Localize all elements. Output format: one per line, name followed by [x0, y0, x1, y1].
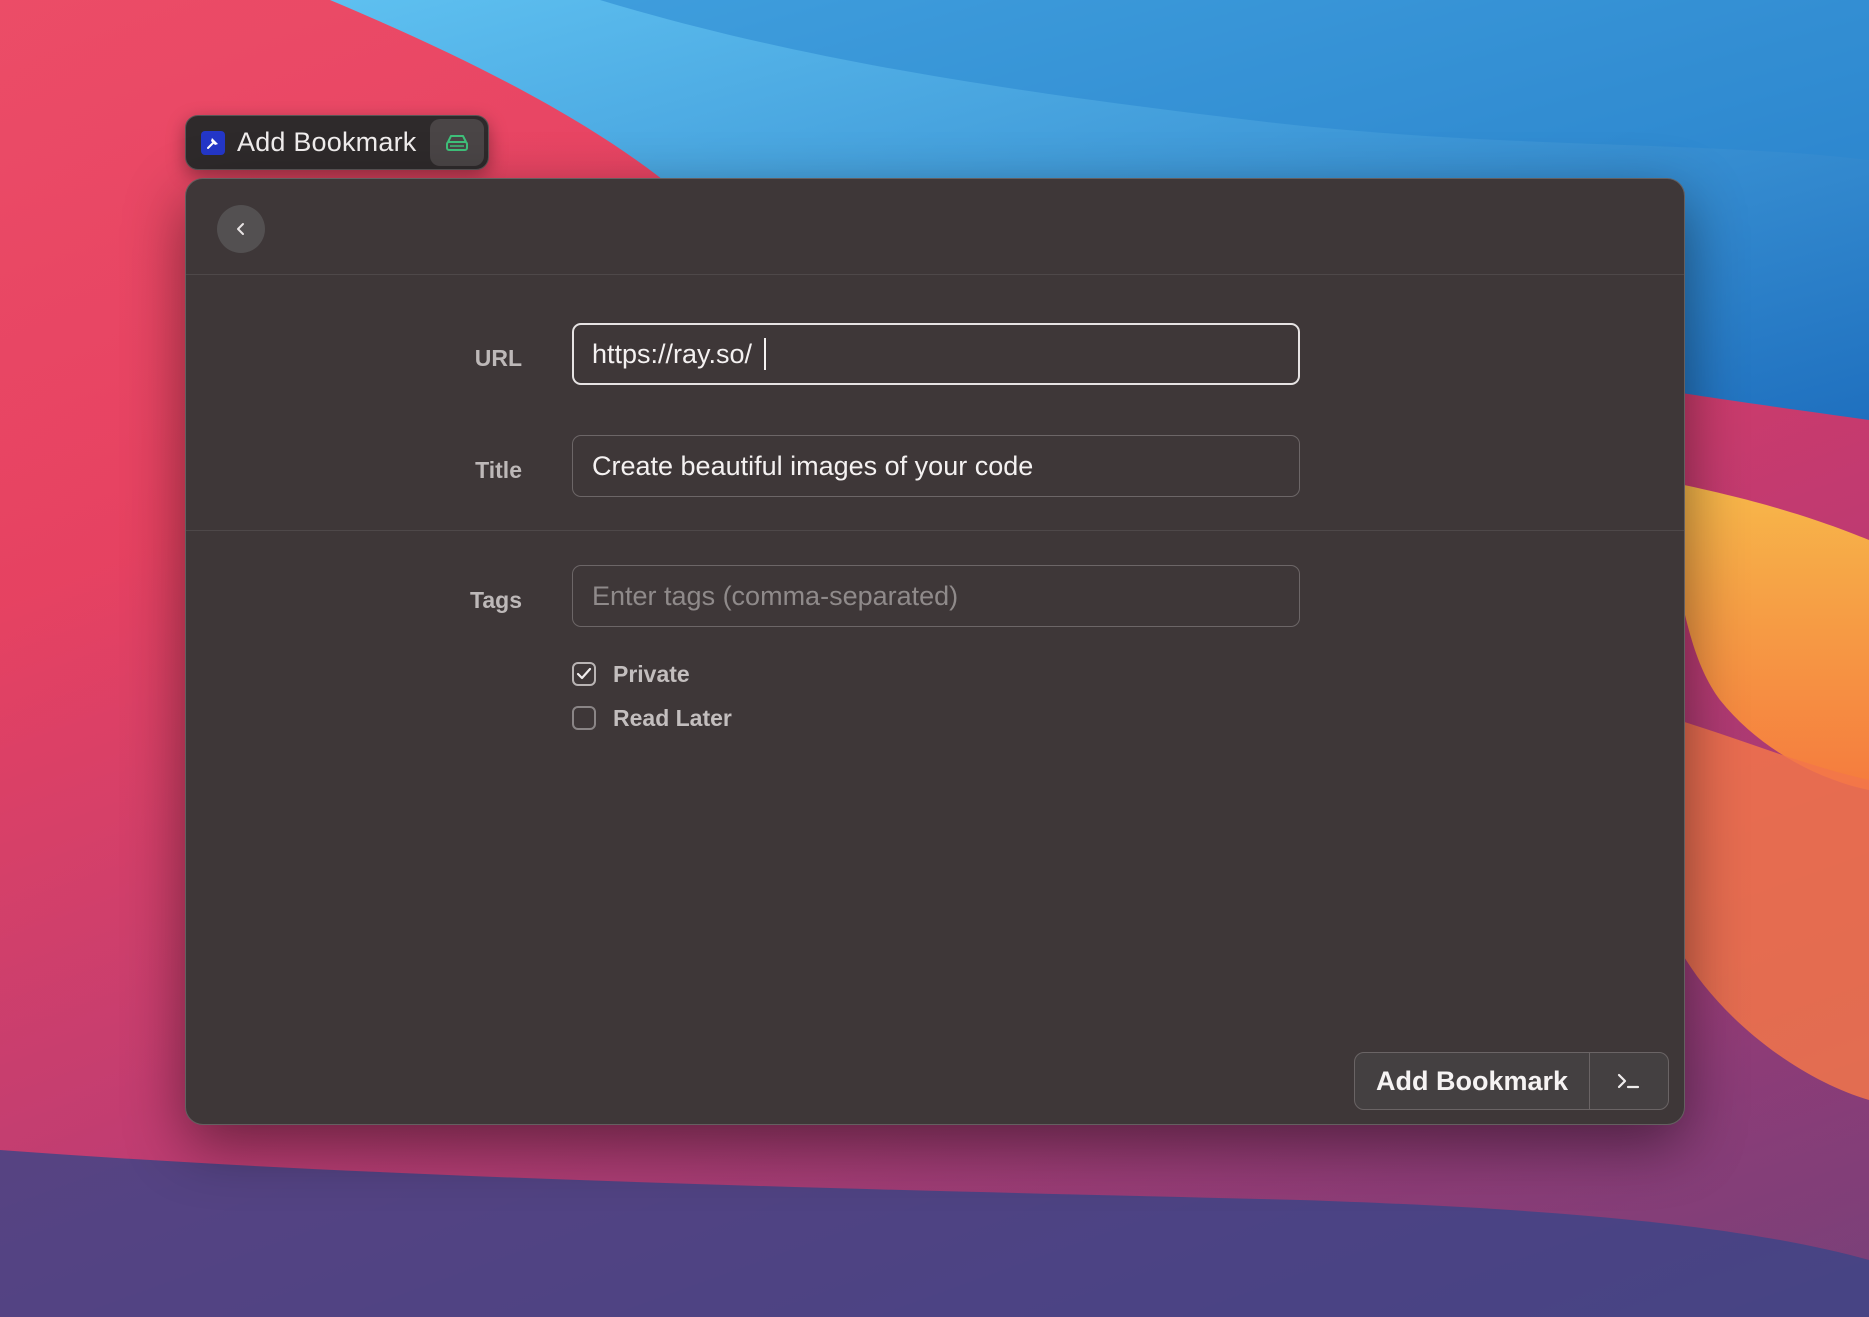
extension-button[interactable]	[430, 119, 484, 166]
checkmark-icon	[576, 667, 592, 680]
url-input[interactable]	[572, 323, 1300, 385]
drive-icon	[446, 134, 468, 151]
title-input[interactable]	[572, 435, 1300, 497]
chevron-left-icon	[237, 223, 244, 235]
actions-menu-button[interactable]	[1590, 1053, 1668, 1109]
read-later-checkbox[interactable]	[572, 706, 596, 730]
action-bar: Add Bookmark	[1354, 1052, 1669, 1110]
title-label: Title	[475, 457, 522, 483]
tab-title: Add Bookmark	[237, 127, 417, 157]
back-button[interactable]	[217, 205, 265, 253]
private-label: Private	[613, 660, 690, 687]
private-checkbox[interactable]	[572, 662, 596, 686]
add-bookmark-window: URL Title Tags Private Read Later Add Bo…	[185, 178, 1685, 1125]
text-caret	[764, 338, 766, 370]
private-option[interactable]: Private	[572, 659, 690, 689]
add-bookmark-button[interactable]: Add Bookmark	[1355, 1053, 1590, 1109]
terminal-icon	[1617, 1073, 1640, 1089]
section-divider	[186, 530, 1684, 531]
pin-icon	[201, 130, 225, 155]
read-later-label: Read Later	[613, 704, 732, 731]
tags-label: Tags	[470, 587, 522, 613]
url-label: URL	[474, 345, 522, 371]
command-tab[interactable]: Add Bookmark	[185, 115, 489, 170]
tags-input[interactable]	[572, 565, 1300, 627]
window-header	[186, 179, 1684, 275]
read-later-option[interactable]: Read Later	[572, 703, 732, 733]
